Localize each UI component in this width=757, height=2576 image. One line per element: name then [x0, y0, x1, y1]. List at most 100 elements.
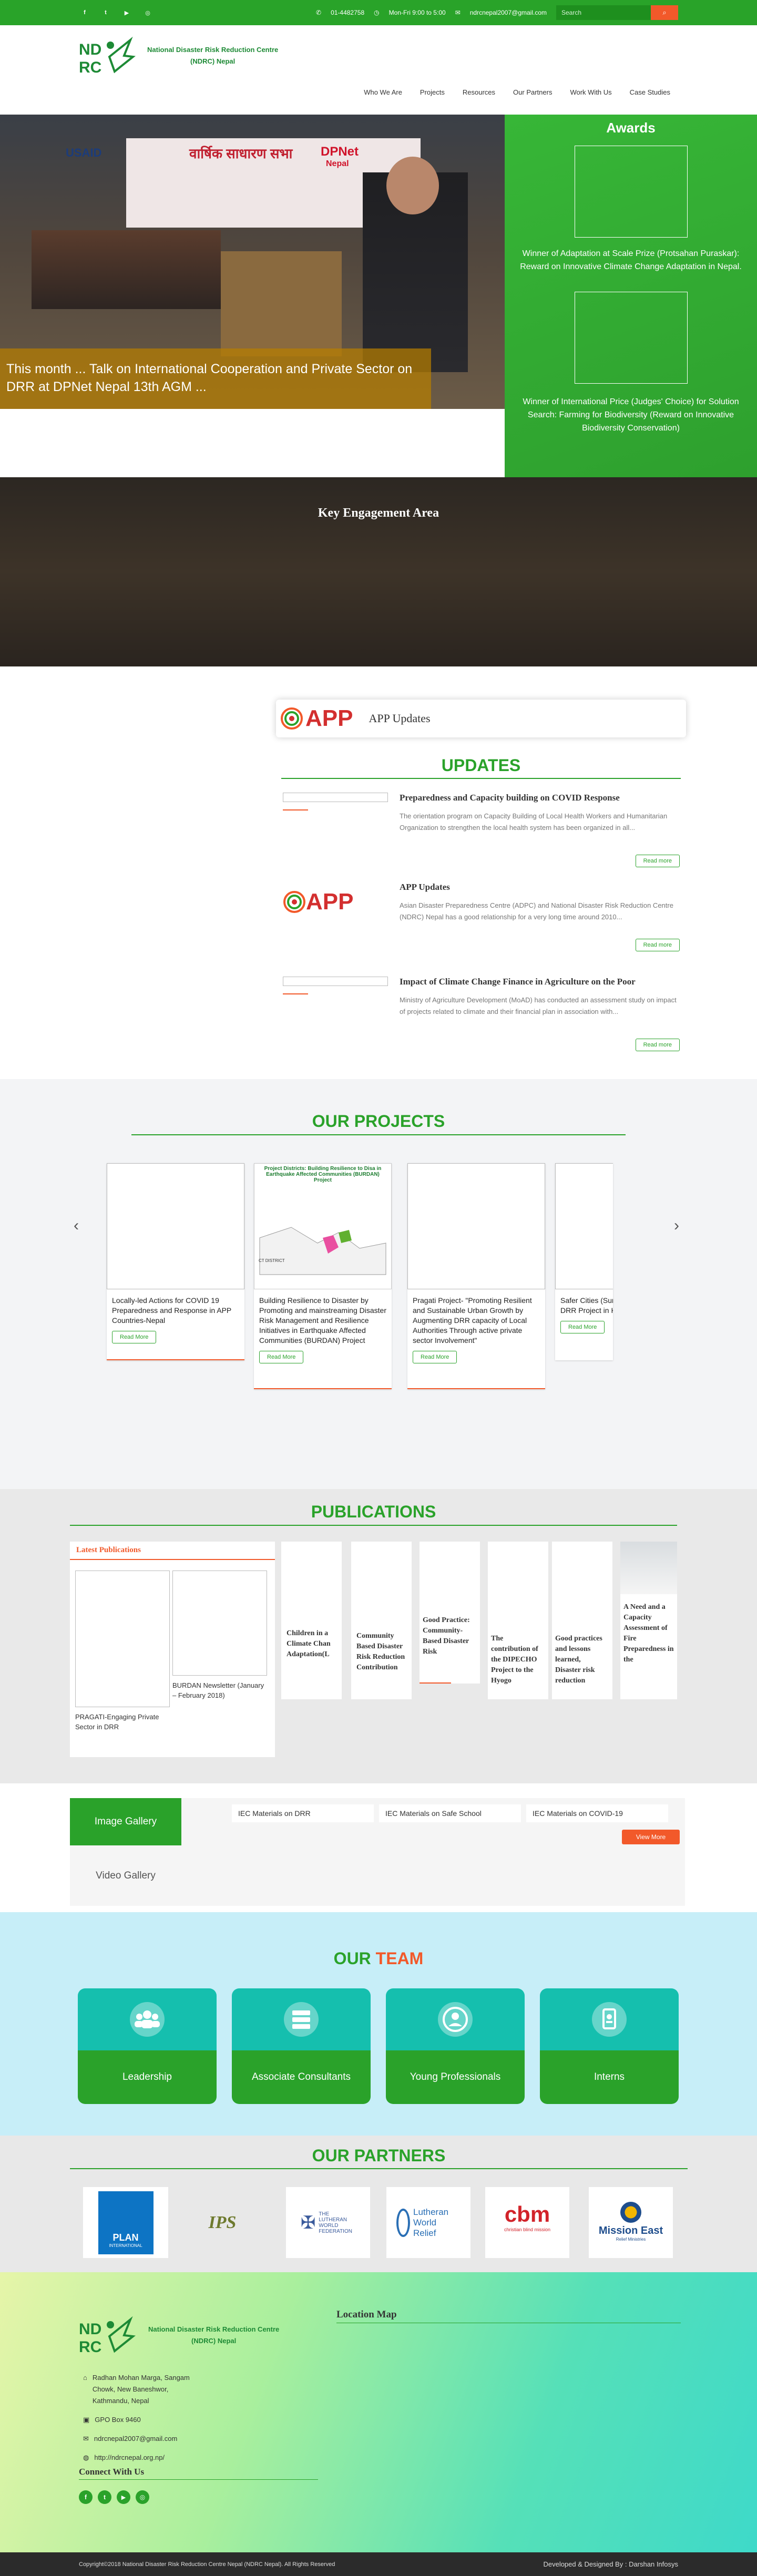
- update-title[interactable]: Impact of Climate Change Finance in Agri…: [400, 977, 636, 987]
- partner-logo-mission-east[interactable]: Mission East Relief Ministries: [589, 2187, 673, 2258]
- nav-projects[interactable]: Projects: [420, 88, 445, 96]
- read-more-button[interactable]: Read more: [635, 855, 680, 867]
- view-more-button[interactable]: View More: [622, 1830, 680, 1844]
- gallery-item[interactable]: IEC Materials on Safe School: [379, 1804, 521, 1822]
- audience: [32, 230, 221, 309]
- update-title[interactable]: Preparedness and Capacity building on CO…: [400, 793, 620, 803]
- site-logo[interactable]: ND RC National Disaster Risk Reduction C…: [78, 35, 278, 77]
- team-card-associate-consultants[interactable]: Associate Consultants: [232, 1988, 371, 2104]
- clock-icon: ◷: [374, 9, 380, 16]
- book-card[interactable]: Good practices and lessons learned, Disa…: [552, 1542, 612, 1699]
- project-read-more-button[interactable]: Read More: [259, 1351, 304, 1363]
- partner-logo-cbm[interactable]: cbm christian blind mission: [485, 2187, 569, 2258]
- youtube-icon[interactable]: ▶: [117, 2490, 130, 2504]
- facebook-icon[interactable]: f: [79, 2490, 93, 2504]
- office-hours: Mon-Fri 9:00 to 5:00: [388, 9, 446, 16]
- gallery-item[interactable]: IEC Materials on DRR: [232, 1804, 374, 1822]
- plan-logo-icon: PLAN INTERNATIONAL: [98, 2191, 154, 2254]
- project-card: Pragati Project- "Promoting Resilient an…: [407, 1163, 545, 1389]
- hero-slide[interactable]: वार्षिक साधारण सभा DPNet Nepal USAID Thi…: [0, 115, 505, 409]
- gallery-item[interactable]: IEC Materials on COVID-19: [526, 1804, 668, 1822]
- youtube-icon[interactable]: ▶: [122, 8, 131, 17]
- partner-logo-lwr[interactable]: Lutheran World Relief: [386, 2187, 470, 2258]
- mission-east-logo-icon: [620, 2202, 641, 2223]
- footer-logo[interactable]: ND RC National Disaster Risk Reduction C…: [78, 2314, 279, 2356]
- latest-pub-title[interactable]: BURDAN Newsletter (January – February 20…: [172, 1680, 267, 1700]
- latest-pub-image-2: [172, 1571, 267, 1676]
- app-logo-icon: [281, 707, 303, 730]
- book-card[interactable]: Good Practice: Community-Based Disaster …: [420, 1542, 480, 1684]
- nav-work-with-us[interactable]: Work With Us: [570, 88, 611, 96]
- instagram-icon[interactable]: ◎: [136, 2490, 149, 2504]
- nav-our-partners[interactable]: Our Partners: [513, 88, 552, 96]
- app-updates-banner[interactable]: APP APP Updates: [276, 700, 686, 737]
- book-cover: [620, 1542, 677, 1594]
- next-arrow-icon[interactable]: ›: [674, 1217, 679, 1235]
- read-more-button[interactable]: Read more: [635, 1039, 680, 1051]
- hero-section: वार्षिक साधारण सभा DPNet Nepal USAID Thi…: [0, 115, 757, 477]
- twitter-icon[interactable]: t: [98, 2490, 111, 2504]
- team-card-young-professionals[interactable]: Young Professionals: [386, 1988, 525, 2104]
- publications-title: PUBLICATIONS: [311, 1502, 436, 1521]
- contact-info: ✆ 01-4482758 ◷ Mon-Fri 9:00 to 5:00 ✉ ndrcn…: [316, 5, 678, 20]
- tab-image-gallery[interactable]: Image Gallery: [70, 1798, 181, 1845]
- update-title[interactable]: APP Updates: [400, 882, 450, 892]
- speaker-head: [386, 157, 439, 214]
- book-card[interactable]: A Need and a Capacity Assessment of Fire…: [620, 1542, 677, 1699]
- team-card-label: Leadership: [78, 2050, 217, 2104]
- partner-name: Mission East: [598, 2225, 663, 2236]
- view-more-label: View More: [636, 1833, 666, 1841]
- book-card[interactable]: Community Based Disaster Risk Reduction …: [351, 1542, 412, 1699]
- facebook-icon[interactable]: f: [80, 8, 89, 17]
- project-title[interactable]: Pragati Project- "Promoting Resilient an…: [407, 1289, 545, 1346]
- awards-title: Awards: [606, 120, 656, 136]
- search-input[interactable]: [556, 5, 651, 20]
- project-read-more-button[interactable]: Read More: [112, 1331, 157, 1343]
- hero-caption[interactable]: This month ... Talk on International Coo…: [0, 348, 431, 409]
- team-section: OUR TEAM Leadership Associate Consultant…: [0, 1912, 757, 2136]
- team-card-leadership[interactable]: Leadership: [78, 1988, 217, 2104]
- partner-sub: INTERNATIONAL: [109, 2243, 142, 2248]
- book-card[interactable]: Children in a Climate Chan Adaptation(L: [281, 1542, 342, 1699]
- footer-website-row: ◍ http://ndrcnepal.org.np/: [83, 2452, 356, 2464]
- project-title[interactable]: Safer Cities (Surakshit Sah Urban DRR Pr…: [555, 1289, 613, 1316]
- social-links: f t ▶ ◎: [80, 8, 152, 17]
- footer-website[interactable]: http://ndrcnepal.org.np/: [94, 2452, 165, 2464]
- partner-logo-ips[interactable]: IPS: [180, 2187, 265, 2258]
- partner-logo-plan[interactable]: PLAN INTERNATIONAL: [83, 2187, 168, 2258]
- nav-who-we-are[interactable]: Who We Are: [364, 88, 402, 96]
- instagram-icon[interactable]: ◎: [143, 8, 152, 17]
- latest-pub-title[interactable]: PRAGATI-Engaging Private Sector in DRR: [75, 1712, 170, 1732]
- team-title: OUR TEAM: [0, 1949, 757, 1968]
- search-button[interactable]: ⌕: [651, 5, 678, 20]
- team-card-interns[interactable]: Interns: [540, 1988, 679, 2104]
- partner-logo-lwf[interactable]: ✠ THE LUTHERAN WORLD FEDERATION: [286, 2187, 370, 2258]
- twitter-icon[interactable]: t: [101, 8, 110, 17]
- project-title[interactable]: Locally-led Actions for COVID 19 Prepare…: [107, 1289, 244, 1326]
- latest-publications-label: Latest Publications: [70, 1542, 275, 1560]
- nav-case-studies[interactable]: Case Studies: [630, 88, 670, 96]
- prev-arrow-icon[interactable]: ‹: [74, 1217, 79, 1235]
- project-title[interactable]: Building Resilience to Disaster by Promo…: [254, 1289, 392, 1346]
- app-logo-icon: [283, 890, 305, 913]
- footer-logo-line-1: National Disaster Risk Reduction Centre: [148, 2325, 280, 2333]
- update-text: Asian Disaster Preparedness Centre (ADPC…: [400, 901, 673, 921]
- update-thumb: [283, 793, 388, 802]
- footer-email[interactable]: ndrcnepal2007@gmail.com: [94, 2433, 177, 2445]
- top-bar: f t ▶ ◎ ✆ 01-4482758 ◷ Mon-Fri 9:00 to 5:0…: [0, 0, 757, 25]
- project-read-more-button[interactable]: Read More: [560, 1321, 605, 1333]
- project-read-more-button[interactable]: Read More: [413, 1351, 457, 1363]
- site-footer: ND RC National Disaster Risk Reduction C…: [0, 2272, 757, 2552]
- read-more-button[interactable]: Read more: [635, 939, 680, 951]
- project-image: [407, 1163, 545, 1289]
- footer-email-row: ✉ ndrcnepal2007@gmail.com: [83, 2433, 356, 2445]
- updates-divider: [281, 778, 681, 779]
- developer-credit[interactable]: Developed & Designed By : Darshan Infosy…: [543, 2560, 678, 2568]
- bottom-bar: Copyright©2018 National Disaster Risk Re…: [0, 2552, 757, 2576]
- book-card[interactable]: The contribution of the DIPECHO Project …: [488, 1542, 548, 1699]
- banner-nepal: Nepal: [326, 159, 349, 168]
- book-title: Good practices and lessons learned, Disa…: [555, 1635, 602, 1685]
- connect-title: Connect With Us: [79, 2467, 318, 2480]
- nav-resources[interactable]: Resources: [463, 88, 495, 96]
- tab-video-gallery[interactable]: Video Gallery: [70, 1860, 181, 1892]
